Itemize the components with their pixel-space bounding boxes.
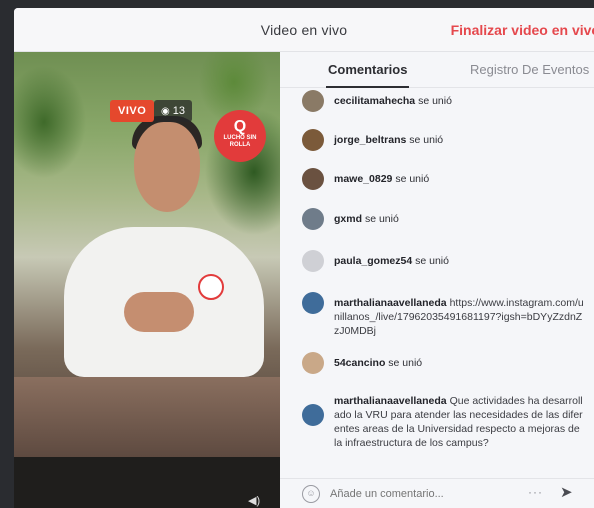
- send-icon[interactable]: ➤: [560, 483, 573, 501]
- more-options-button[interactable]: ···: [528, 485, 543, 499]
- comment-username[interactable]: marthalianaavellaneda: [334, 395, 447, 407]
- title-bar: Video en vivo Finalizar video en vivo: [14, 8, 594, 52]
- brand-logo-q: Q: [233, 118, 247, 135]
- comment-text: marthalianaavellaneda Que actividades ha…: [334, 394, 584, 450]
- comment-text: marthalianaavellaneda https://www.instag…: [334, 296, 584, 338]
- comment-composer: ☺ ··· ➤: [280, 478, 594, 508]
- comment-body: se unió: [364, 213, 399, 225]
- presenter-head: [134, 122, 200, 212]
- avatar[interactable]: [302, 352, 324, 374]
- comment-body: se unió: [409, 134, 444, 146]
- comment-username[interactable]: marthalianaavellaneda: [334, 297, 447, 309]
- comment-text: gxmd se unió: [334, 212, 584, 226]
- end-live-video-button[interactable]: Finalizar video en vivo: [451, 22, 594, 38]
- comment-text: mawe_0829 se unió: [334, 172, 584, 186]
- avatar[interactable]: [302, 250, 324, 272]
- comment-username[interactable]: jorge_beltrans: [334, 134, 406, 146]
- panel-tabs: Comentarios Registro De Eventos: [280, 52, 594, 88]
- video-bottom-area: [14, 457, 280, 508]
- comment-text: 54cancino se unió: [334, 356, 584, 370]
- avatar[interactable]: [302, 292, 324, 314]
- emoji-icon[interactable]: ☺: [302, 485, 320, 503]
- viewer-count: ◉ 13: [154, 100, 192, 122]
- comments-list[interactable]: cecilitamahecha se unió jorge_beltrans s…: [280, 88, 594, 478]
- tab-event-log[interactable]: Registro De Eventos: [470, 62, 589, 77]
- comment-body: se unió: [415, 255, 449, 267]
- shirt-logo: [198, 274, 224, 300]
- brand-logo: Q LUCHO SIN ROLLA: [214, 110, 266, 162]
- avatar[interactable]: [302, 208, 324, 230]
- comment-username[interactable]: paula_gomez54: [334, 255, 412, 267]
- avatar[interactable]: [302, 129, 324, 151]
- brand-logo-text: LUCHO SIN ROLLA: [223, 135, 257, 148]
- comment-text: paula_gomez54 se unió: [334, 254, 584, 268]
- comment-username[interactable]: cecilitamahecha: [334, 95, 415, 107]
- comment-body: se unió: [388, 357, 423, 369]
- comment-input[interactable]: [330, 485, 510, 503]
- tab-comments[interactable]: Comentarios: [325, 62, 410, 88]
- live-video-window: Video en vivo Finalizar video en vivo VI…: [14, 8, 594, 508]
- comment-text: cecilitamahecha se unió: [334, 94, 584, 108]
- live-video-player[interactable]: VIVO ◉ 13 Q LUCHO SIN ROLLA: [14, 52, 280, 508]
- speaker-icon[interactable]: ◀): [248, 494, 262, 507]
- comment-body: se unió: [418, 95, 452, 107]
- viewer-count-value: 13: [172, 105, 185, 117]
- table-surface: [14, 377, 280, 457]
- comment-text: jorge_beltrans se unió: [334, 133, 584, 147]
- avatar[interactable]: [302, 404, 324, 426]
- avatar[interactable]: [302, 90, 324, 112]
- comment-body: se unió: [395, 173, 430, 185]
- comment-username[interactable]: gxmd: [334, 213, 362, 225]
- avatar[interactable]: [302, 168, 324, 190]
- comment-username[interactable]: mawe_0829: [334, 173, 392, 185]
- presenter-hands: [124, 292, 194, 332]
- live-badge: VIVO: [110, 100, 155, 122]
- comment-username[interactable]: 54cancino: [334, 357, 385, 369]
- comments-panel: Comentarios Registro De Eventos cecilita…: [280, 52, 594, 508]
- eye-icon: ◉: [161, 106, 170, 117]
